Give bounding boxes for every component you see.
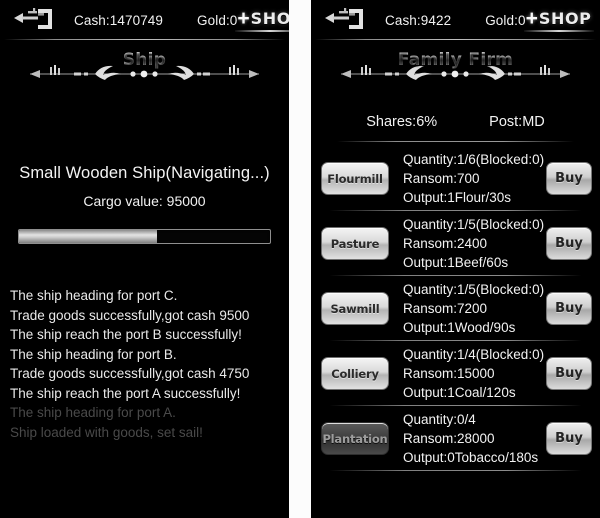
cash-display: Cash:1470749: [74, 12, 164, 28]
firm-ransom: Ransom:700: [403, 171, 480, 186]
log-line: The ship heading for port C.: [10, 288, 178, 303]
voyage-progress-bar: [18, 229, 271, 244]
firm-button-label: Flourmill: [327, 171, 383, 186]
buy-button[interactable]: Buy: [546, 357, 592, 390]
firm-ransom: Ransom:2400: [403, 236, 488, 251]
right-title-band: Family Firm: [311, 48, 600, 92]
buy-button[interactable]: Buy: [546, 292, 592, 325]
log-line: Ship loaded with goods, set sail!: [10, 424, 203, 440]
firm-info: Quantity:1/5(Blocked:0) Ransom:7200 Output…: [403, 280, 546, 337]
firm-info: Quantity:0/4 Ransom:28000 Output:0Tobacco/…: [403, 410, 546, 467]
firm-list: Flourmill Quantity:1/6(Blocked:0) Ransom:7…: [311, 146, 600, 471]
firm-output: Output:1Flour/30s: [403, 190, 512, 205]
firm-info: Quantity:1/6(Blocked:0) Ransom:700 Output:…: [403, 150, 546, 207]
firm-quantity: Quantity:1/4(Blocked:0): [403, 347, 545, 362]
dual-screenshot-container: Cash:1470749 Gold:0 + SHOP: [0, 0, 600, 518]
shop-button[interactable]: + SHOP: [523, 6, 594, 32]
ship-anchor-icon: [14, 7, 60, 33]
shares-value: Shares:6%: [366, 114, 438, 130]
buy-button[interactable]: Buy: [546, 227, 592, 260]
left-top-bar: Cash:1470749 Gold:0 + SHOP: [0, 0, 289, 40]
firm-ransom: Ransom:15000: [403, 366, 495, 381]
log-line: The ship reach the port A successfully!: [10, 385, 241, 401]
gold-display: Gold:0: [485, 12, 526, 28]
firm-info: Quantity:1/5(Blocked:0) Ransom:2400 Output…: [403, 215, 546, 272]
page-title: Family Firm: [311, 50, 600, 70]
firm-row: Colliery Quantity:1/4(Blocked:0) Ransom:15…: [311, 341, 600, 406]
buy-button[interactable]: Buy: [546, 162, 592, 195]
cargo-value: Cargo value: 95000: [83, 193, 206, 209]
log-line: The ship heading for port B.: [10, 346, 177, 362]
gold-display: Gold:0: [197, 12, 238, 28]
ship-name: Small Wooden Ship(Navigating...): [19, 164, 270, 182]
firm-info: Quantity:1/4(Blocked:0) Ransom:15000 Outpu…: [403, 345, 546, 402]
post-value: Post:MD: [489, 114, 545, 130]
firm-quantity: Quantity:1/6(Blocked:0): [403, 152, 545, 167]
firm-button-label: Sawmill: [330, 301, 380, 316]
firm-button-colliery[interactable]: Colliery: [321, 357, 389, 390]
buy-button-label: Buy: [555, 301, 583, 316]
firm-button-sawmill[interactable]: Sawmill: [321, 292, 389, 325]
shop-button-label: SHOP: [538, 9, 592, 28]
firm-output: Output:1Coal/120s: [403, 385, 516, 400]
voyage-progress-fill: [19, 230, 158, 243]
plus-icon: +: [525, 6, 538, 30]
firm-button-label: Pasture: [330, 236, 380, 251]
log-line: Trade goods successfully,got cash 4750: [10, 366, 250, 381]
buy-button-label: Buy: [555, 366, 583, 381]
left-title-band: Ship: [0, 48, 289, 92]
page-title: Ship: [0, 50, 289, 70]
firm-ransom: Ransom:28000: [403, 431, 495, 446]
buy-button-label: Buy: [555, 171, 583, 186]
firm-quantity: Quantity:0/4: [403, 412, 476, 427]
right-top-bar: Cash:9422 Gold:0 + SHOP: [311, 0, 600, 40]
firm-button-pasture[interactable]: Pasture: [321, 227, 389, 260]
event-log: The ship heading for port C. Trade goods …: [10, 286, 289, 442]
firm-row: Pasture Quantity:1/5(Blocked:0) Ransom:240…: [311, 211, 600, 276]
firm-row: Flourmill Quantity:1/6(Blocked:0) Ransom:7…: [311, 146, 600, 211]
firm-output: Output:1Beef/60s: [403, 255, 509, 270]
ship-anchor-icon: [325, 7, 371, 33]
shares-summary: Shares:6% Post:MD: [311, 114, 600, 142]
cash-display: Cash:9422: [385, 12, 452, 28]
firm-button-label: Plantation: [322, 431, 388, 446]
firm-output: Output:0Tobacco/180s: [403, 450, 539, 465]
buy-button-label: Buy: [555, 236, 583, 251]
plus-icon: +: [237, 6, 250, 30]
shop-button-label: SHOP: [250, 9, 289, 28]
ship-screen: Cash:1470749 Gold:0 + SHOP: [0, 0, 289, 518]
firm-button-label: Colliery: [331, 366, 379, 381]
family-firm-screen: Cash:9422 Gold:0 + SHOP Family Firm Shar…: [311, 0, 600, 518]
firm-row: Sawmill Quantity:1/5(Blocked:0) Ransom:720…: [311, 276, 600, 341]
firm-button-flourmill[interactable]: Flourmill: [321, 162, 389, 195]
panel-separator: [289, 0, 311, 518]
firm-ransom: Ransom:7200: [403, 301, 488, 316]
log-line: The ship heading for port A.: [10, 405, 176, 420]
firm-quantity: Quantity:1/5(Blocked:0): [403, 282, 545, 297]
buy-button[interactable]: Buy: [546, 422, 592, 455]
firm-button-plantation[interactable]: Plantation: [321, 422, 389, 455]
log-line: The ship reach the port B successfully!: [10, 327, 242, 342]
ship-status-block: Small Wooden Ship(Navigating...) Cargo v…: [0, 164, 289, 209]
shop-button[interactable]: + SHOP: [235, 6, 289, 32]
firm-quantity: Quantity:1/5(Blocked:0): [403, 217, 545, 232]
firm-row: Plantation Quantity:0/4 Ransom:28000 Output…: [311, 406, 600, 471]
log-line: Trade goods successfully,got cash 9500: [10, 307, 250, 323]
firm-output: Output:1Wood/90s: [403, 320, 516, 335]
buy-button-label: Buy: [555, 431, 583, 446]
